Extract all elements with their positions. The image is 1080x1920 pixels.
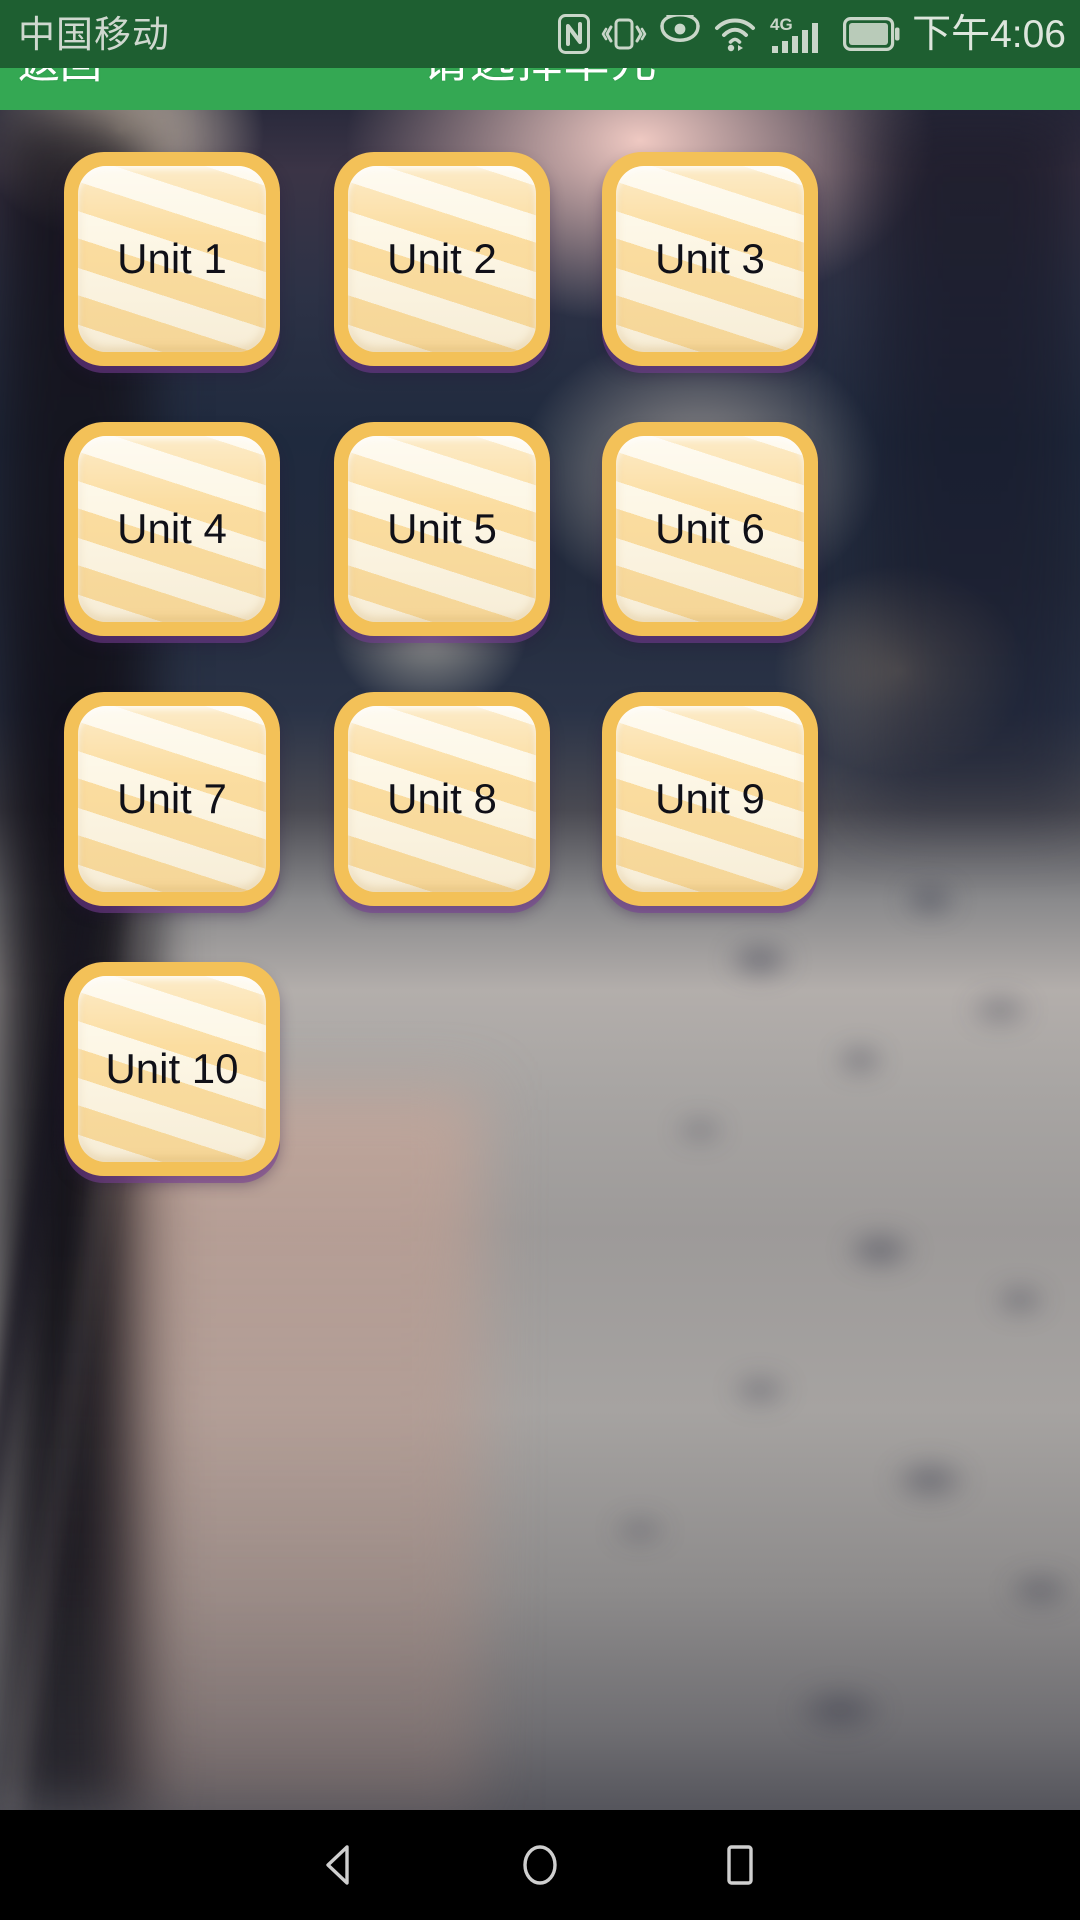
vibrate-icon <box>601 14 647 54</box>
unit-button-face: Unit 4 <box>78 436 266 622</box>
status-time: 下午4:06 <box>912 12 1066 56</box>
unit-button[interactable]: Unit 1 <box>64 152 280 366</box>
unit-button-label: Unit 8 <box>387 775 497 822</box>
unit-button[interactable]: Unit 10 <box>64 962 280 1176</box>
unit-button[interactable]: Unit 4 <box>64 422 280 636</box>
unit-button-label: Unit 1 <box>117 235 227 282</box>
nav-back-button[interactable] <box>240 1810 440 1920</box>
navigation-bar <box>0 1810 1080 1920</box>
unit-button[interactable]: Unit 9 <box>602 692 818 906</box>
content-area: Unit 1 Unit 2 Unit 3 Unit 4 Unit 5 Unit 6 Unit… <box>0 110 1080 1810</box>
unit-button-label: Unit 6 <box>655 505 765 552</box>
status-icon-group: 4G <box>558 13 901 55</box>
unit-button-face: Unit 8 <box>348 706 536 892</box>
unit-button-face: Unit 10 <box>78 976 266 1162</box>
unit-button[interactable]: Unit 3 <box>602 152 818 366</box>
unit-button[interactable]: Unit 5 <box>334 422 550 636</box>
unit-grid: Unit 1 Unit 2 Unit 3 Unit 4 Unit 5 Unit 6 Unit… <box>0 110 1080 1810</box>
unit-button[interactable]: Unit 7 <box>64 692 280 906</box>
unit-button[interactable]: Unit 2 <box>334 152 550 366</box>
carrier-label: 中国移动 <box>18 13 170 55</box>
unit-button-face: Unit 6 <box>616 436 804 622</box>
title-bar: 返回 请选择单元 <box>0 38 1080 110</box>
unit-button-face: Unit 3 <box>616 166 804 352</box>
unit-button-face: Unit 5 <box>348 436 536 622</box>
wifi-icon <box>713 14 759 54</box>
unit-button[interactable]: Unit 8 <box>334 692 550 906</box>
unit-button[interactable]: Unit 6 <box>602 422 818 636</box>
battery-icon <box>843 17 901 51</box>
nfc-icon <box>558 14 591 54</box>
unit-button-face: Unit 9 <box>616 706 804 892</box>
unit-button-face: Unit 2 <box>348 166 536 352</box>
unit-button-label: Unit 9 <box>655 775 765 822</box>
unit-button-label: Unit 4 <box>117 505 227 552</box>
unit-button-face: Unit 7 <box>78 706 266 892</box>
eye-comfort-icon <box>658 15 702 53</box>
signal-4g-icon: 4G <box>770 13 832 55</box>
nav-recents-button[interactable] <box>640 1810 840 1920</box>
svg-text:4G: 4G <box>770 15 793 34</box>
status-bar: 中国移动 4G 下午4:06 <box>0 0 1080 68</box>
unit-button-face: Unit 1 <box>78 166 266 352</box>
unit-button-label: Unit 5 <box>387 505 497 552</box>
unit-button-label: Unit 2 <box>387 235 497 282</box>
unit-button-label: Unit 3 <box>655 235 765 282</box>
nav-home-button[interactable] <box>440 1810 640 1920</box>
unit-button-label: Unit 7 <box>117 775 227 822</box>
unit-button-label: Unit 10 <box>105 1045 239 1092</box>
